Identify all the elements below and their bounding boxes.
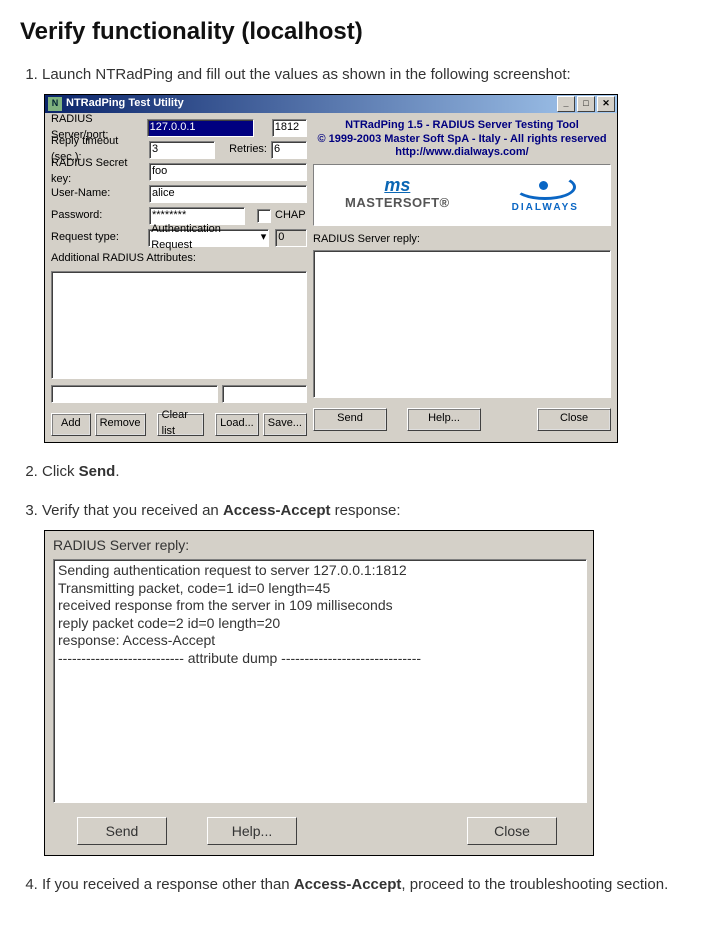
secret-label: RADIUS Secret key: [51,156,149,188]
minimize-button[interactable]: _ [557,96,575,112]
chevron-down-icon: ▾ [261,230,267,246]
reply-window: RADIUS Server reply: Sending authenticat… [44,530,594,856]
chap-checkbox[interactable] [257,209,271,223]
titlebar: N NTRadPing Test Utility _ □ ✕ [45,95,617,113]
reqnum-input: 0 [275,229,307,247]
password-label: Password: [51,208,149,224]
retries-label: Retries: [215,142,271,158]
reply-label: RADIUS Server reply: [313,232,611,248]
close-button[interactable]: ✕ [597,96,615,112]
reply-title: RADIUS Server reply: [53,535,587,555]
timeout-input[interactable]: 3 [149,141,215,159]
close-window-button[interactable]: Close [537,408,611,431]
chap-label: CHAP [275,208,306,224]
help-button-2[interactable]: Help... [207,817,297,845]
server-input[interactable]: 127.0.0.1 [147,119,255,137]
load-button[interactable]: Load... [215,413,259,436]
reply-text: Sending authentication request to server… [53,559,587,803]
attr-value-input[interactable] [222,385,307,403]
port-input[interactable]: 1812 [272,119,307,137]
step-3: Verify that you received an Access-Accep… [42,500,684,856]
window-title: NTRadPing Test Utility [66,96,555,112]
send-button-2[interactable]: Send [77,817,167,845]
step-2: Click Send. [42,461,684,483]
logos-panel: ms MASTERSOFT® DIALWAYS [313,164,611,226]
step-1: Launch NTRadPing and fill out the values… [42,64,684,443]
dialways-logo: DIALWAYS [512,174,579,216]
maximize-button[interactable]: □ [577,96,595,112]
clearlist-button[interactable]: Clear list [157,413,204,436]
reqtype-label: Request type: [51,230,148,246]
eye-icon [514,174,576,200]
remove-button[interactable]: Remove [95,413,146,436]
mastersoft-logo: ms MASTERSOFT® [345,177,450,212]
step-4: If you received a response other than Ac… [42,874,684,896]
addl-label: Additional RADIUS Attributes: [51,251,307,267]
secret-input[interactable]: foo [149,163,307,181]
page-heading: Verify functionality (localhost) [20,18,684,46]
send-button[interactable]: Send [313,408,387,431]
close-button-2[interactable]: Close [467,817,557,845]
attributes-list[interactable] [51,271,307,379]
about-text: NTRadPing 1.5 - RADIUS Server Testing To… [313,119,611,160]
retries-input[interactable]: 6 [271,141,307,159]
user-input[interactable]: alice [149,185,307,203]
add-button[interactable]: Add [51,413,91,436]
attr-name-input[interactable] [51,385,218,403]
app-icon: N [48,97,62,111]
reply-box [313,250,611,398]
help-button[interactable]: Help... [407,408,481,431]
user-label: User-Name: [51,186,149,202]
save-button[interactable]: Save... [263,413,307,436]
reqtype-select[interactable]: Authentication Request▾ [148,229,269,247]
ntradping-window: N NTRadPing Test Utility _ □ ✕ RADIUS Se… [44,94,618,443]
